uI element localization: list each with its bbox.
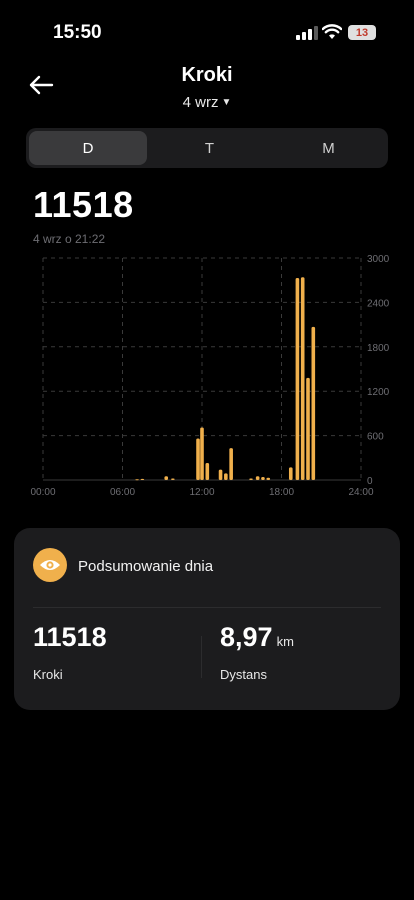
chart-bar [200,427,204,480]
tab-day[interactable]: D [29,131,147,165]
distance-stat-label: Dystans [220,667,267,682]
chart-bar [288,467,293,480]
chart-bar [164,476,169,480]
chart-bar [249,478,253,480]
chart-bar [266,477,271,480]
chart-bar [224,473,228,480]
y-tick-label: 0 [367,476,373,487]
signal-icon [296,26,318,40]
y-tick-label: 3000 [367,254,390,265]
chart-bar [311,326,316,480]
tab-week[interactable]: T [153,131,266,165]
page-title: Kroki [181,64,233,86]
chart-bar [218,469,223,480]
chart-bar [255,476,260,480]
chart-bar [196,438,200,480]
tab-month[interactable]: M [272,131,385,165]
distance-unit: km [276,634,294,649]
status-bar: 15:50 13 [0,0,414,60]
steps-bar-chart: 0 600 1200 1800 2400 3000 00:00 06:00 12:00 18:00… [30,254,390,498]
steps-total: 11518 [33,184,134,225]
chart-bar [205,462,210,480]
chart-bar [300,277,305,480]
y-tick-label: 1800 [367,343,390,354]
y-tick-label: 600 [367,432,384,443]
distance-stat: 8,97 km [220,622,294,653]
x-tick-label: 00:00 [30,487,55,498]
card-title: Podsumowanie dnia [78,558,214,575]
status-time: 15:50 [53,22,102,43]
chart-bar [261,477,265,480]
chart-bar [229,448,233,480]
date-selector[interactable]: 4 wrz ▼ [0,94,414,111]
chart-bar [171,478,175,480]
steps-stat-label: Kroki [33,667,63,682]
y-tick-label: 2400 [367,298,390,309]
caret-down-icon: ▼ [221,97,232,108]
steps-stat-value: 11518 [33,622,107,652]
divider [33,607,381,608]
chart-bar [135,479,139,481]
x-tick-label: 24:00 [348,487,373,498]
period-tabs: D T M [26,128,388,168]
vertical-divider [201,636,202,678]
y-tick-label: 1200 [367,387,390,398]
x-tick-label: 12:00 [189,487,214,498]
wifi-icon [322,24,342,39]
x-tick-label: 06:00 [110,487,135,498]
chart-bar [306,377,310,480]
x-tick-label: 18:00 [269,487,294,498]
battery-icon: 13 [348,25,376,40]
distance-stat-value: 8,97 [220,622,273,652]
last-update-timestamp: 4 wrz o 21:22 [33,232,106,246]
date-selector-label: 4 wrz [182,94,219,111]
chart-bar [140,478,145,480]
eye-icon [33,548,67,582]
chart-bar [295,277,300,480]
day-summary-card: Podsumowanie dnia 11518 Kroki 8,97 km Dys… [14,528,400,710]
